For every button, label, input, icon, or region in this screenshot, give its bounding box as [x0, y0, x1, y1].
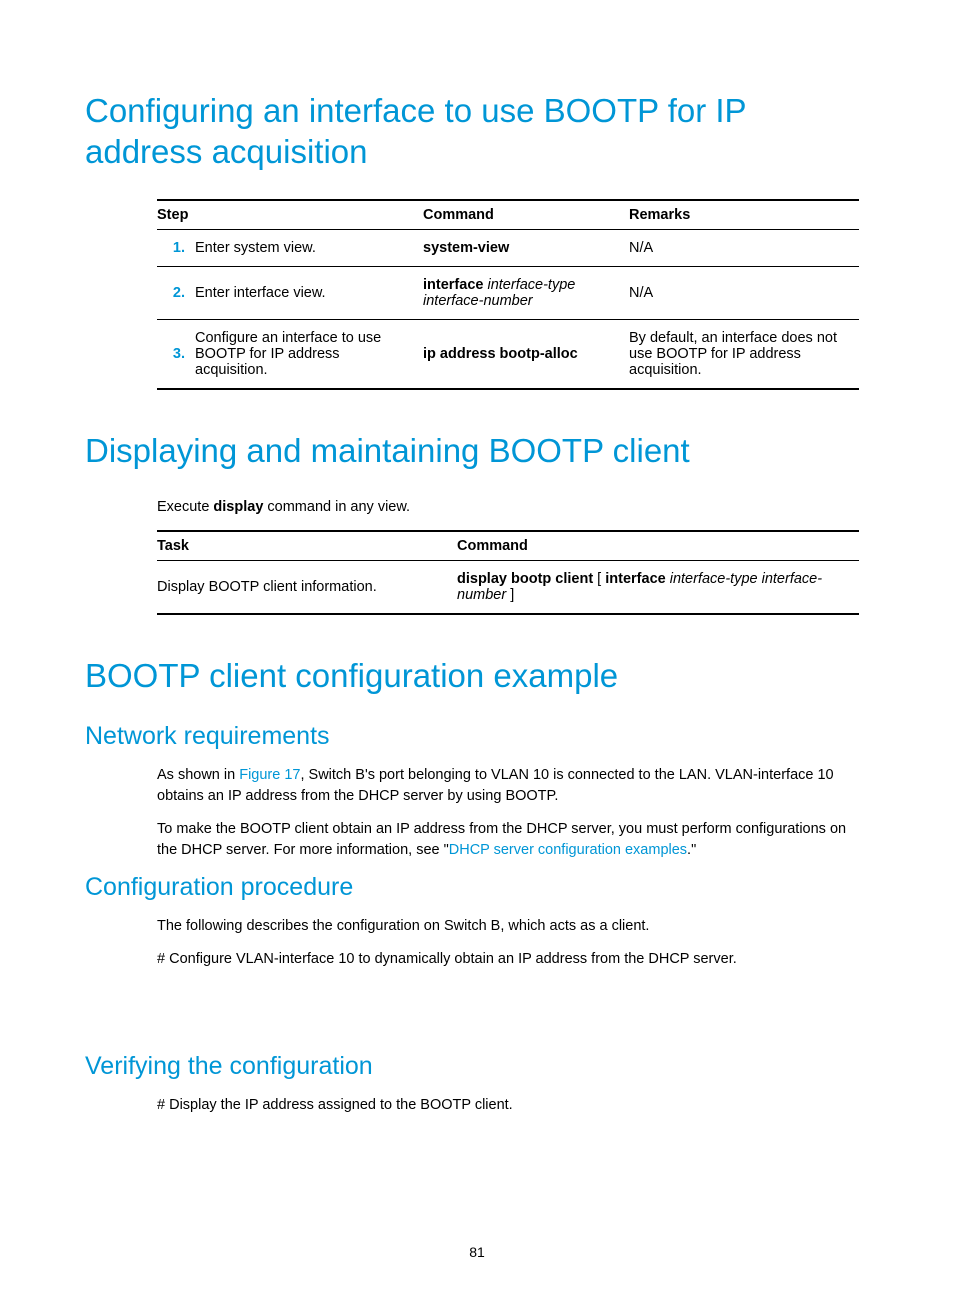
- table-display-cmds: Task Command Display BOOTP client inform…: [157, 530, 859, 615]
- subheading-config-procedure: Configuration procedure: [85, 873, 869, 902]
- table-row: 1. Enter system view. system-view N/A: [157, 229, 859, 266]
- step-remarks: By default, an interface does not use BO…: [629, 319, 859, 389]
- heading-config-bootp: Configuring an interface to use BOOTP fo…: [85, 90, 869, 173]
- th-command: Command: [423, 200, 629, 230]
- page-number: 81: [0, 1244, 954, 1260]
- step-cmd: ip address bootp-alloc: [423, 319, 629, 389]
- step-desc: Configure an interface to use BOOTP for …: [195, 319, 423, 389]
- step-number: 1.: [157, 229, 195, 266]
- step-number: 3.: [157, 319, 195, 389]
- step-remarks: N/A: [629, 266, 859, 319]
- para-verify: # Display the IP address assigned to the…: [157, 1095, 869, 1116]
- link-dhcp-examples[interactable]: DHCP server configuration examples: [449, 842, 687, 858]
- para-config-1: The following describes the configuratio…: [157, 916, 869, 937]
- th-task: Task: [157, 531, 457, 561]
- th-remarks: Remarks: [629, 200, 859, 230]
- heading-display-bootp: Displaying and maintaining BOOTP client: [85, 430, 869, 471]
- task-cmd: display bootp client [ interface interfa…: [457, 560, 859, 614]
- para-config-2: # Configure VLAN-interface 10 to dynamic…: [157, 949, 869, 970]
- table-config-steps: Step Command Remarks 1. Enter system vie…: [157, 199, 859, 390]
- task-desc: Display BOOTP client information.: [157, 560, 457, 614]
- th-command: Command: [457, 531, 859, 561]
- subheading-verify: Verifying the configuration: [85, 1052, 869, 1081]
- heading-example: BOOTP client configuration example: [85, 655, 869, 696]
- subheading-network-req: Network requirements: [85, 722, 869, 751]
- table-row: 2. Enter interface view. interface inter…: [157, 266, 859, 319]
- table-row: Display BOOTP client information. displa…: [157, 560, 859, 614]
- step-desc: Enter system view.: [195, 229, 423, 266]
- step-cmd: interface interface-type interface-numbe…: [423, 266, 629, 319]
- step-number: 2.: [157, 266, 195, 319]
- step-cmd: system-view: [423, 229, 629, 266]
- table-row: 3. Configure an interface to use BOOTP f…: [157, 319, 859, 389]
- th-step: Step: [157, 200, 423, 230]
- link-figure-17[interactable]: Figure 17: [239, 767, 300, 783]
- step-remarks: N/A: [629, 229, 859, 266]
- para-network-req-1: As shown in Figure 17, Switch B's port b…: [157, 765, 869, 807]
- para-network-req-2: To make the BOOTP client obtain an IP ad…: [157, 819, 869, 861]
- step-desc: Enter interface view.: [195, 266, 423, 319]
- para-execute-display: Execute display command in any view.: [157, 497, 869, 518]
